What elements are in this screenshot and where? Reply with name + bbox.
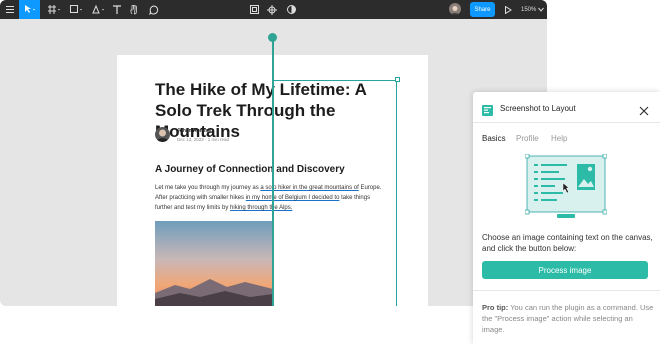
close-icon[interactable]	[639, 103, 649, 116]
frame-tool-icon[interactable]	[45, 0, 63, 19]
divider	[473, 290, 660, 291]
hand-tool-icon[interactable]	[128, 0, 140, 19]
shape-tool-icon[interactable]	[67, 0, 85, 19]
tab-basics[interactable]: Basics	[482, 134, 506, 143]
compare-slider-line[interactable]	[272, 37, 274, 306]
pro-tip: Pro tip: You can run the plugin as a com…	[482, 302, 657, 335]
article-meta: Dec 13, 2023 · 1 min read	[177, 137, 230, 142]
screenshot-illustration	[524, 153, 608, 218]
plugin-description: Choose an image containing text on the c…	[482, 233, 653, 253]
move-tool-icon[interactable]	[19, 0, 40, 19]
pro-tip-text: You can run the plugin as a command. Use…	[482, 303, 654, 334]
selection-box	[273, 80, 397, 306]
compare-slider-handle[interactable]	[268, 33, 277, 42]
theme-icon[interactable]	[285, 0, 297, 19]
selection-handle[interactable]	[395, 77, 400, 82]
mountain-photo[interactable]	[155, 221, 273, 306]
zoom-label: 150%	[521, 6, 537, 13]
tab-help[interactable]: Help	[551, 134, 567, 143]
share-button[interactable]: Share	[470, 2, 495, 17]
figma-app-window: Share 150% The Hike of My Lifetime: A So…	[0, 0, 547, 306]
plugin-logo-icon	[482, 103, 493, 116]
tab-profile[interactable]: Profile	[516, 134, 539, 143]
author-avatar	[155, 127, 170, 142]
pro-tip-label: Pro tip:	[482, 303, 509, 312]
body-text-1: Let me take you through my journey as	[155, 185, 261, 191]
author-name: Johan Ronsse	[177, 128, 212, 134]
play-icon[interactable]	[503, 0, 513, 19]
divider	[473, 122, 660, 123]
plugin-icon[interactable]	[266, 0, 278, 19]
zoom-level[interactable]: 150%	[521, 0, 545, 19]
process-image-button[interactable]: Process image	[482, 261, 648, 279]
top-toolbar: Share 150%	[0, 0, 547, 19]
pen-tool-icon[interactable]	[89, 0, 107, 19]
comment-tool-icon[interactable]	[148, 0, 160, 19]
plugin-panel: Screenshot to Layout Basics Profile Help…	[473, 92, 660, 344]
user-avatar[interactable]	[449, 3, 461, 15]
menu-icon[interactable]	[3, 0, 17, 19]
plugin-title: Screenshot to Layout	[500, 104, 576, 113]
component-icon[interactable]	[248, 0, 260, 19]
text-tool-icon[interactable]	[111, 0, 123, 19]
chevron-down-icon	[538, 7, 545, 12]
